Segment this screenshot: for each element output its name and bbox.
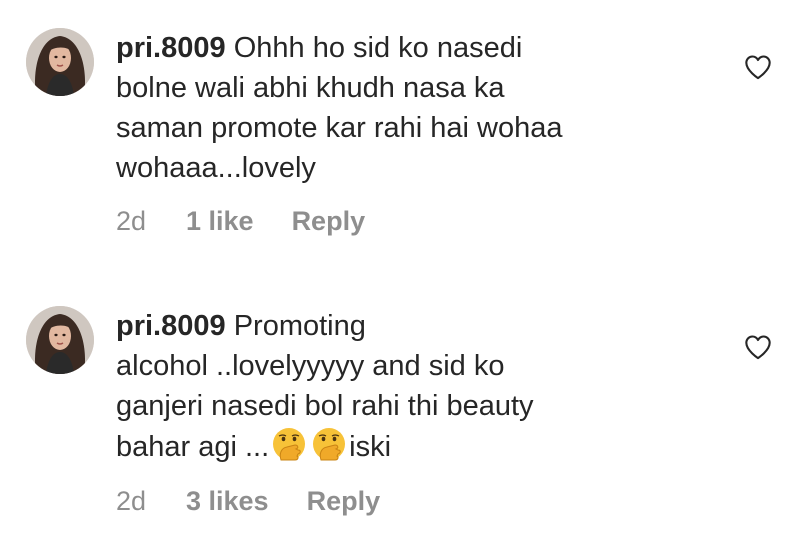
comment-meta: 2d 1 like Reply bbox=[116, 206, 365, 237]
comment-line: alcohol ..lovelyyyyy and sid ko bbox=[116, 350, 505, 382]
comment-text: pri.8009 Promoting alcohol ..lovelyyyyy … bbox=[116, 306, 636, 467]
comment-line: Ohhh ho sid ko nasedi bbox=[233, 32, 523, 64]
face-with-hand-over-mouth-icon bbox=[313, 428, 346, 461]
comment-meta: 2d 3 likes Reply bbox=[116, 486, 380, 517]
heart-outline-icon[interactable] bbox=[744, 54, 772, 80]
comment-time: 2d bbox=[116, 486, 147, 516]
profile-photo-icon bbox=[26, 306, 94, 374]
comment-line: wohaaa...lovely bbox=[116, 152, 316, 184]
likes-count-link[interactable]: 1 like bbox=[186, 206, 254, 237]
comment-text: pri.8009 Ohhh ho sid ko nasedi bolne wal… bbox=[116, 28, 636, 188]
comment-username[interactable]: pri.8009 bbox=[116, 310, 226, 342]
comment-username[interactable]: pri.8009 bbox=[116, 32, 226, 64]
face-with-hand-over-mouth-icon bbox=[273, 428, 306, 461]
heart-outline-icon[interactable] bbox=[744, 334, 772, 360]
comment-line: bahar agi ... bbox=[116, 431, 270, 463]
comment-line: Promoting bbox=[233, 310, 366, 342]
avatar[interactable] bbox=[26, 28, 94, 96]
profile-photo-icon bbox=[26, 28, 94, 96]
comment-time: 2d bbox=[116, 206, 147, 236]
avatar[interactable] bbox=[26, 306, 94, 374]
comment-line: ganjeri nasedi bol rahi thi beauty bbox=[116, 390, 534, 422]
reply-button[interactable]: Reply bbox=[307, 486, 381, 517]
comment-line: bolne wali abhi khudh nasa ka bbox=[116, 72, 505, 104]
reply-button[interactable]: Reply bbox=[292, 206, 366, 237]
comment-line: saman promote kar rahi hai wohaa bbox=[116, 112, 563, 144]
likes-count-link[interactable]: 3 likes bbox=[186, 486, 269, 517]
comment-trailing-text: iski bbox=[349, 431, 392, 463]
